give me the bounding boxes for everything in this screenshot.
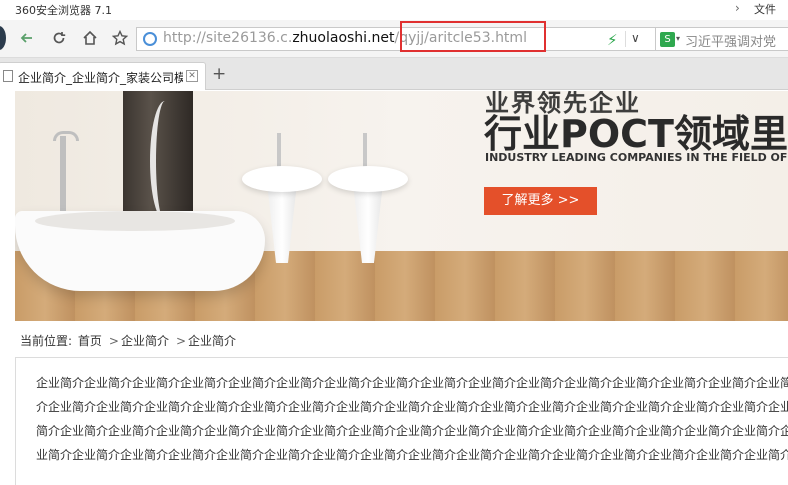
file-menu[interactable]: 文件 xyxy=(754,1,776,17)
basin-faucet-left xyxy=(277,133,281,169)
breadcrumb-label: 当前位置: xyxy=(20,334,73,348)
star-icon xyxy=(112,30,128,46)
article-line: 介企业简介企业简介企业简介企业简介企业简介企业简介企业简介企业简介企业简介企业简… xyxy=(36,400,788,414)
breadcrumb-separator: > xyxy=(175,334,187,348)
chevron-down-icon[interactable]: ∨ xyxy=(631,31,640,45)
tab-bar: 企业简介_企业简介_家装公司模 ✕ + xyxy=(0,58,788,90)
close-icon[interactable]: ✕ xyxy=(186,70,198,82)
search-box[interactable]: S ▾ 习近平强调对党 xyxy=(656,27,788,51)
app-title: 360安全浏览器 7.1 xyxy=(15,4,112,17)
chevron-right-icon[interactable]: › xyxy=(735,1,740,15)
search-input[interactable]: 习近平强调对党 xyxy=(685,31,776,50)
url-highlight-box xyxy=(400,21,546,52)
search-engine-icon[interactable]: S xyxy=(660,32,675,47)
banner-subline: INDUSTRY LEADING COMPANIES IN THE FIELD … xyxy=(485,151,788,164)
article-line: 业简介企业简介企业简介企业简介企业简介企业简介企业简介企业简介企业简介企业简介企… xyxy=(36,448,788,462)
bathtub-rim xyxy=(35,211,235,231)
caret-down-icon[interactable]: ▾ xyxy=(676,34,680,43)
article-body: 企业简介企业简介企业简介企业简介企业简介企业简介企业简介企业简介企业简介企业简介… xyxy=(15,357,788,485)
breadcrumb-item[interactable]: 企业简介 xyxy=(121,334,169,348)
basin-left xyxy=(242,166,322,192)
home-button[interactable] xyxy=(79,27,101,49)
floor-faucet-icon xyxy=(53,131,79,141)
new-tab-button[interactable]: + xyxy=(212,65,226,83)
basin-faucet-right xyxy=(363,133,367,169)
page-content: 业界领先企业 行业POCT领域里的 INDUSTRY LEADING COMPA… xyxy=(0,91,788,485)
home-icon xyxy=(83,30,97,45)
refresh-button[interactable] xyxy=(48,27,70,49)
url-domain: zhuolaoshi.net xyxy=(292,30,395,46)
tab-title: 企业简介_企业简介_家装公司模 xyxy=(18,71,183,85)
breadcrumb-separator: > xyxy=(108,334,119,348)
url-prefix: http://site26136.c. xyxy=(163,30,293,46)
article-line: 简介企业简介企业简介企业简介企业简介企业简介企业简介企业简介企业简介企业简介企业… xyxy=(36,424,788,438)
basin-right xyxy=(328,166,408,192)
browser-logo-icon xyxy=(0,26,6,50)
lightning-icon[interactable]: ⚡ xyxy=(607,31,618,49)
breadcrumb-home[interactable]: 首页 xyxy=(78,334,102,348)
banner-smoke xyxy=(150,101,180,221)
breadcrumb: 当前位置: 首页 > 企业简介 > 企业简介 xyxy=(20,332,238,349)
back-arrow-icon xyxy=(20,33,32,43)
article-line: 企业简介企业简介企业简介企业简介企业简介企业简介企业简介企业简介企业简介企业简介… xyxy=(36,376,788,390)
banner-headline: 行业POCT领域里的 xyxy=(484,112,788,156)
navigation-bar: http://site26136.c.zhuolaoshi.net/qyjj/a… xyxy=(0,20,788,58)
learn-more-button[interactable]: 了解更多 >> xyxy=(484,187,597,215)
address-divider xyxy=(625,31,626,47)
tab-active[interactable]: 企业简介_企业简介_家装公司模 ✕ xyxy=(0,62,206,90)
address-bar[interactable]: http://site26136.c.zhuolaoshi.net/qyjj/a… xyxy=(136,27,656,51)
title-bar: 360安全浏览器 7.1 › 文件 xyxy=(0,0,788,20)
back-button[interactable] xyxy=(16,27,38,49)
page-icon xyxy=(3,70,13,82)
site-icon xyxy=(143,32,157,46)
breadcrumb-current[interactable]: 企业简介 xyxy=(188,334,236,348)
refresh-icon xyxy=(53,32,66,44)
hero-banner[interactable]: 业界领先企业 行业POCT领域里的 INDUSTRY LEADING COMPA… xyxy=(15,91,788,321)
favorite-button[interactable] xyxy=(109,27,131,49)
